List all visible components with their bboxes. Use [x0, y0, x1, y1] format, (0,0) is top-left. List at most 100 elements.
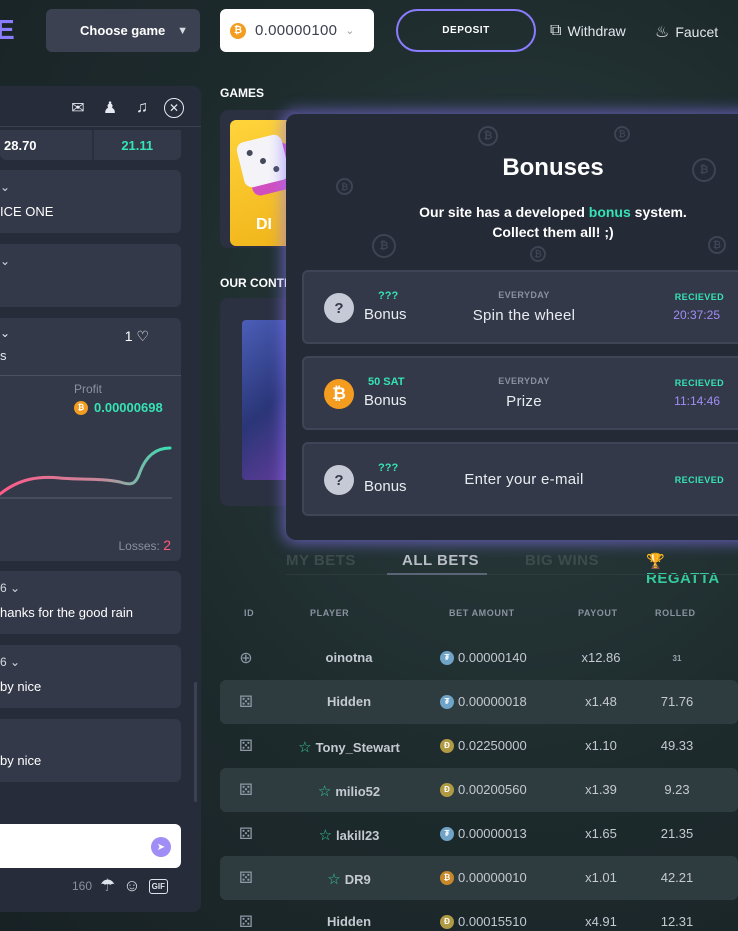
- tether-icon: ₮: [440, 694, 454, 709]
- col-payout: PAYOUT: [578, 608, 618, 618]
- bonus-status: RECIEVED: [674, 475, 724, 485]
- bet-player[interactable]: ☆ lakill23: [284, 826, 414, 844]
- bonus-timer: 11:14:46: [674, 394, 720, 408]
- shared-stats-card[interactable]: ⌄ 1 ♡ s Profit ₿ 0.00000698 Losses: 2: [0, 318, 181, 561]
- bet-amount: Ð 0.00015510: [440, 914, 527, 929]
- bonus-action[interactable]: Enter your e-mail: [444, 471, 604, 488]
- chat-message-text: by nice: [0, 679, 42, 694]
- bet-player-name: oinotna: [325, 650, 373, 665]
- bet-payout: x1.39: [585, 782, 617, 797]
- bet-rolled: 49.33: [660, 738, 694, 753]
- withdraw-link[interactable]: ⧉ Withdraw: [550, 22, 626, 40]
- star-icon: ☆: [318, 827, 333, 844]
- bet-player-name: Hidden: [326, 914, 372, 929]
- tab-big-wins[interactable]: BIG WINS: [525, 552, 599, 569]
- bet-payout: x12.86: [581, 650, 621, 665]
- heart-icon: ♡: [136, 328, 149, 344]
- top-bar: E Choose game ▼ ₿ 0.00000100 ⌄ DEPOSIT ⧉…: [0, 0, 738, 62]
- chat-username-chevron[interactable]: 6 ⌄: [0, 655, 181, 671]
- col-id: ID: [244, 608, 255, 618]
- chat-scrollbar[interactable]: [194, 682, 197, 802]
- bet-amount-value: 0.00000010: [458, 870, 527, 885]
- choose-game-label: Choose game: [80, 23, 166, 38]
- bonus-frequency: EVERYDAY: [498, 290, 550, 300]
- bet-rolled: 31: [672, 654, 682, 663]
- bet-rolled: 21.35: [660, 826, 694, 841]
- like-count[interactable]: 1 ♡: [125, 328, 149, 345]
- bet-amount-value: 0.00000140: [458, 650, 527, 665]
- bonus-row-email[interactable]: ? ??? Bonus Enter your e-mail RECIEVED: [302, 442, 738, 516]
- chat-username-chevron[interactable]: ⌄: [0, 326, 10, 340]
- bonus-action[interactable]: Spin the wheel: [444, 307, 604, 324]
- balance-value: 0.00000100: [255, 22, 338, 39]
- star-icon: ☆: [327, 871, 341, 888]
- deposit-button[interactable]: DEPOSIT: [396, 9, 536, 52]
- bet-player[interactable]: Hidden: [284, 694, 414, 709]
- bet-rolled: 9.23: [664, 782, 690, 797]
- users-icon[interactable]: ♟: [100, 98, 120, 118]
- tab-regatta[interactable]: 🏆REGATTA: [646, 552, 738, 587]
- bonus-action[interactable]: Prize: [444, 393, 604, 410]
- send-icon[interactable]: ➤: [151, 837, 171, 857]
- bet-amount: ₮ 0.00000140: [440, 650, 527, 665]
- bet-row[interactable]: ⚄ ☆ Tony_Stewart Ð 0.02250000 x1.10 49.33: [220, 724, 738, 768]
- dice-icon: [235, 133, 291, 189]
- bet-player-name: Hidden: [326, 694, 372, 709]
- divider: [0, 126, 201, 127]
- tab-all-bets[interactable]: ALL BETS: [402, 552, 479, 569]
- bonus-row-prize[interactable]: ₿ 50 SAT Bonus EVERYDAY Prize RECIEVED 1…: [302, 356, 738, 430]
- bet-player-name: Tony_Stewart: [315, 739, 400, 755]
- stat-right: 21.11: [121, 137, 154, 153]
- bet-amount-value: 0.02250000: [458, 738, 527, 753]
- chat-toolbar: ✉ ♟ ♫ ✕: [68, 98, 184, 118]
- balance-selector[interactable]: ₿ 0.00000100 ⌄: [220, 9, 374, 52]
- gif-icon[interactable]: GIF: [148, 878, 168, 894]
- bell-icon[interactable]: ♫: [132, 98, 152, 118]
- rain-icon[interactable]: ☂: [100, 876, 115, 896]
- bet-row[interactable]: ⊕ oinotna ₮ 0.00000140 x12.86 31: [220, 636, 738, 680]
- doge-icon: Ð: [440, 914, 454, 929]
- bet-row[interactable]: ⚄ Hidden Ð 0.00015510 x4.91 12.31: [220, 900, 738, 931]
- bonus-frequency: EVERYDAY: [498, 376, 550, 386]
- chat-username-chevron[interactable]: ⌄: [0, 180, 181, 196]
- bet-player[interactable]: Hidden: [284, 914, 414, 929]
- emoji-icon[interactable]: ☺: [123, 876, 140, 896]
- bet-player-name: lakill23: [336, 827, 380, 843]
- chat-username-chevron[interactable]: [0, 729, 181, 745]
- bet-row[interactable]: ⚄ ☆ lakill23 ₮ 0.00000013 x1.65 21.35: [220, 812, 738, 856]
- chat-username-chevron[interactable]: 6 ⌄: [0, 581, 181, 597]
- mail-icon[interactable]: ✉: [68, 98, 88, 118]
- bet-player[interactable]: ☆ Tony_Stewart: [284, 738, 414, 756]
- doge-icon: Ð: [440, 782, 454, 797]
- bet-player-name: DR9: [344, 871, 371, 887]
- bet-payout: x1.10: [585, 738, 617, 753]
- modal-description: Our site has a developed bonus system. C…: [419, 204, 687, 240]
- withdraw-label: Withdraw: [567, 23, 626, 39]
- bet-payout: x1.65: [585, 826, 617, 841]
- bonus-name: Bonus: [364, 478, 407, 495]
- chevron-down-icon: ⌄: [345, 25, 355, 37]
- profit-label: Profit: [74, 382, 103, 396]
- faucet-link[interactable]: ♨ Faucet: [655, 22, 718, 42]
- bet-player[interactable]: ☆ DR9: [284, 870, 414, 888]
- bet-row[interactable]: ⚄ ☆ milio52 Ð 0.00200560 x1.39 9.23: [220, 768, 738, 812]
- bonus-timer: 20:37:25: [673, 308, 720, 322]
- bitcoin-icon: ₿: [74, 400, 88, 415]
- bonus-row-wheel[interactable]: ? ??? Bonus EVERYDAY Spin the wheel RECI…: [302, 270, 738, 344]
- bet-row[interactable]: ⚄ Hidden ₮ 0.00000018 x1.48 71.76: [220, 680, 738, 724]
- chat-stats: 28.70 21.11: [0, 130, 181, 160]
- bet-player[interactable]: oinotna: [284, 650, 414, 665]
- chat-message-input[interactable]: ➤: [0, 824, 181, 868]
- bet-row[interactable]: ⚄ ☆ DR9 ₿ 0.00000010 x1.01 42.21: [220, 856, 738, 900]
- bets-tabs: MY BETS ALL BETS BIG WINS 🏆REGATTA: [286, 548, 738, 587]
- site-logo[interactable]: E: [0, 14, 15, 46]
- tab-my-bets[interactable]: MY BETS: [286, 552, 356, 569]
- chat-message-text: hanks for the good rain: [0, 605, 133, 620]
- chat-username-chevron[interactable]: ⌄: [0, 254, 181, 270]
- bet-amount-value: 0.00015510: [458, 914, 527, 929]
- choose-game-dropdown[interactable]: Choose game ▼: [46, 9, 200, 52]
- close-icon[interactable]: ✕: [164, 98, 184, 118]
- game-card-label: DI: [256, 216, 272, 233]
- bet-player[interactable]: ☆ milio52: [284, 782, 414, 800]
- tabs-baseline: [286, 574, 738, 575]
